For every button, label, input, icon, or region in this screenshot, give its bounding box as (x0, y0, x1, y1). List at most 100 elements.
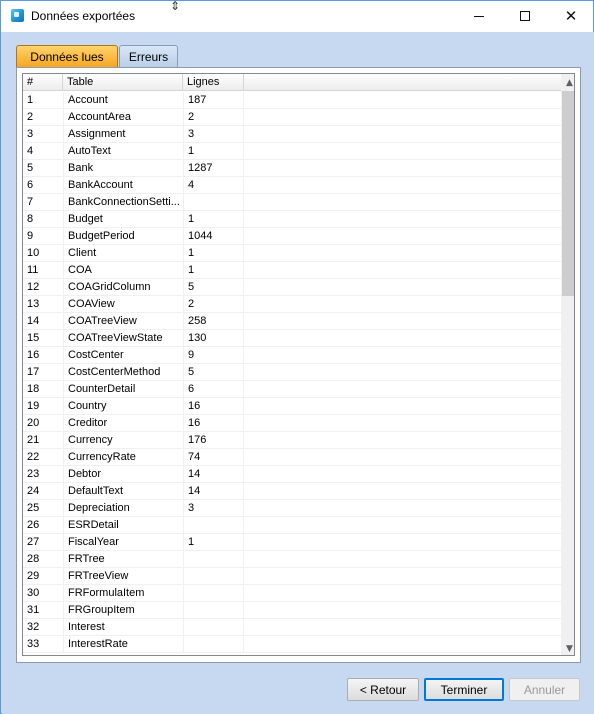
line-count-cell: 16 (183, 398, 244, 414)
tab-panel: # Table Lignes 1 Account 187 2 AccountArea 2 3… (16, 67, 581, 663)
table-row[interactable]: 33 InterestRate (23, 636, 561, 653)
close-button[interactable]: ✕ (548, 1, 594, 31)
row-number-cell: 30 (27, 587, 40, 599)
line-count-cell (183, 568, 244, 584)
row-number-cell: 23 (27, 468, 40, 480)
table-name-cell: COATreeView (63, 313, 183, 329)
table-row[interactable]: 31 FRGroupItem (23, 602, 561, 619)
table-row[interactable]: 8 Budget 1 (23, 211, 561, 228)
tab-donnees-lues[interactable]: Données lues (16, 45, 118, 67)
table-row[interactable]: 17 CostCenterMethod 5 (23, 364, 561, 381)
line-count-cell: 1 (183, 262, 244, 278)
table-name-cell: Creditor (63, 415, 183, 431)
table-row[interactable]: 32 Interest (23, 619, 561, 636)
scrollbar-thumb[interactable] (562, 91, 574, 296)
row-number-cell: 14 (27, 315, 40, 327)
row-number-cell: 8 (27, 213, 34, 225)
table-row[interactable]: 13 COAView 2 (23, 296, 561, 313)
table-row[interactable]: 18 CounterDetail 6 (23, 381, 561, 398)
tab-erreurs[interactable]: Erreurs (119, 45, 178, 67)
table-name-cell: CostCenterMethod (63, 364, 183, 380)
line-count-cell: 3 (183, 500, 244, 516)
table-row[interactable]: 29 FRTreeView (23, 568, 561, 585)
table-row[interactable]: 4 AutoText 1 (23, 143, 561, 160)
table-row[interactable]: 30 FRFormulaItem (23, 585, 561, 602)
maximize-button[interactable] (502, 1, 548, 31)
line-count-cell (183, 602, 244, 618)
row-number-cell: 9 (27, 230, 34, 242)
table-name-cell: Budget (63, 211, 183, 227)
row-number-cell: 11 (27, 264, 39, 276)
scroll-up-icon[interactable]: ▲ (561, 74, 574, 91)
table-row[interactable]: 16 CostCenter 9 (23, 347, 561, 364)
line-count-cell: 2 (183, 109, 244, 125)
row-number-cell: 18 (27, 383, 40, 395)
scroll-down-icon[interactable]: ▼ (561, 640, 574, 655)
row-number-cell: 4 (27, 145, 34, 157)
table-name-cell: CounterDetail (63, 381, 183, 397)
table-name-cell: BankConnectionSetti... (63, 194, 183, 210)
row-number-cell: 22 (27, 451, 40, 463)
row-number-cell: 3 (27, 128, 34, 140)
row-number-cell: 24 (27, 485, 40, 497)
table-row[interactable]: 6 BankAccount 4 (23, 177, 561, 194)
table-row[interactable]: 10 Client 1 (23, 245, 561, 262)
table-name-cell: Client (63, 245, 183, 261)
window-title: Données exportées (31, 9, 136, 23)
vertical-scrollbar[interactable]: ▲ ▼ (561, 74, 574, 655)
table-row[interactable]: 22 CurrencyRate 74 (23, 449, 561, 466)
table-row[interactable]: 11 COA 1 (23, 262, 561, 279)
cancel-button[interactable]: Annuler (509, 678, 580, 701)
back-button[interactable]: < Retour (347, 678, 419, 701)
table-name-cell: DefaultText (63, 483, 183, 499)
table-row[interactable]: 23 Debtor 14 (23, 466, 561, 483)
title-bar[interactable]: Données exportées ⇕ ✕ (1, 0, 594, 32)
table-row[interactable]: 28 FRTree (23, 551, 561, 568)
line-count-cell: 14 (183, 483, 244, 499)
column-header-number[interactable]: # (23, 74, 63, 91)
row-number-cell: 5 (27, 162, 34, 174)
row-number-cell: 15 (27, 332, 40, 344)
table-name-cell: FiscalYear (63, 534, 183, 550)
table-name-cell: CurrencyRate (63, 449, 183, 465)
table-name-cell: COAGridColumn (63, 279, 183, 295)
table-row[interactable]: 9 BudgetPeriod 1044 (23, 228, 561, 245)
row-number-cell: 20 (27, 417, 40, 429)
line-count-cell: 4 (183, 177, 244, 193)
table-row[interactable]: 24 DefaultText 14 (23, 483, 561, 500)
table-row[interactable]: 19 Country 16 (23, 398, 561, 415)
table-row[interactable]: 12 COAGridColumn 5 (23, 279, 561, 296)
table-row[interactable]: 3 Assignment 3 (23, 126, 561, 143)
table-row[interactable]: 15 COATreeViewState 130 (23, 330, 561, 347)
table-row[interactable]: 26 ESRDetail (23, 517, 561, 534)
row-number-cell: 26 (27, 519, 40, 531)
row-number-cell: 31 (27, 604, 40, 616)
minimize-button[interactable] (456, 1, 502, 31)
finish-button[interactable]: Terminer (424, 678, 504, 701)
data-grid[interactable]: # Table Lignes 1 Account 187 2 AccountArea 2 3… (22, 73, 575, 656)
row-number-cell: 1 (27, 94, 34, 106)
grid-header: # Table Lignes (23, 74, 561, 91)
table-row[interactable]: 14 COATreeView 258 (23, 313, 561, 330)
line-count-cell: 3 (183, 126, 244, 142)
table-name-cell: COAView (63, 296, 183, 312)
row-number-cell: 6 (27, 179, 34, 191)
minimize-icon (474, 15, 484, 17)
table-name-cell: COATreeViewState (63, 330, 183, 346)
table-row[interactable]: 1 Account 187 (23, 92, 561, 109)
column-header-table[interactable]: Table (63, 74, 183, 91)
column-header-lines[interactable]: Lignes (183, 74, 244, 91)
table-row[interactable]: 25 Depreciation 3 (23, 500, 561, 517)
table-row[interactable]: 5 Bank 1287 (23, 160, 561, 177)
line-count-cell: 1 (183, 245, 244, 261)
line-count-cell (183, 517, 244, 533)
table-name-cell: BankAccount (63, 177, 183, 193)
table-row[interactable]: 27 FiscalYear 1 (23, 534, 561, 551)
table-row[interactable]: 2 AccountArea 2 (23, 109, 561, 126)
line-count-cell: 258 (183, 313, 244, 329)
line-count-cell (183, 636, 244, 652)
table-row[interactable]: 7 BankConnectionSetti... (23, 194, 561, 211)
close-icon: ✕ (564, 6, 578, 25)
table-row[interactable]: 21 Currency 176 (23, 432, 561, 449)
table-row[interactable]: 20 Creditor 16 (23, 415, 561, 432)
